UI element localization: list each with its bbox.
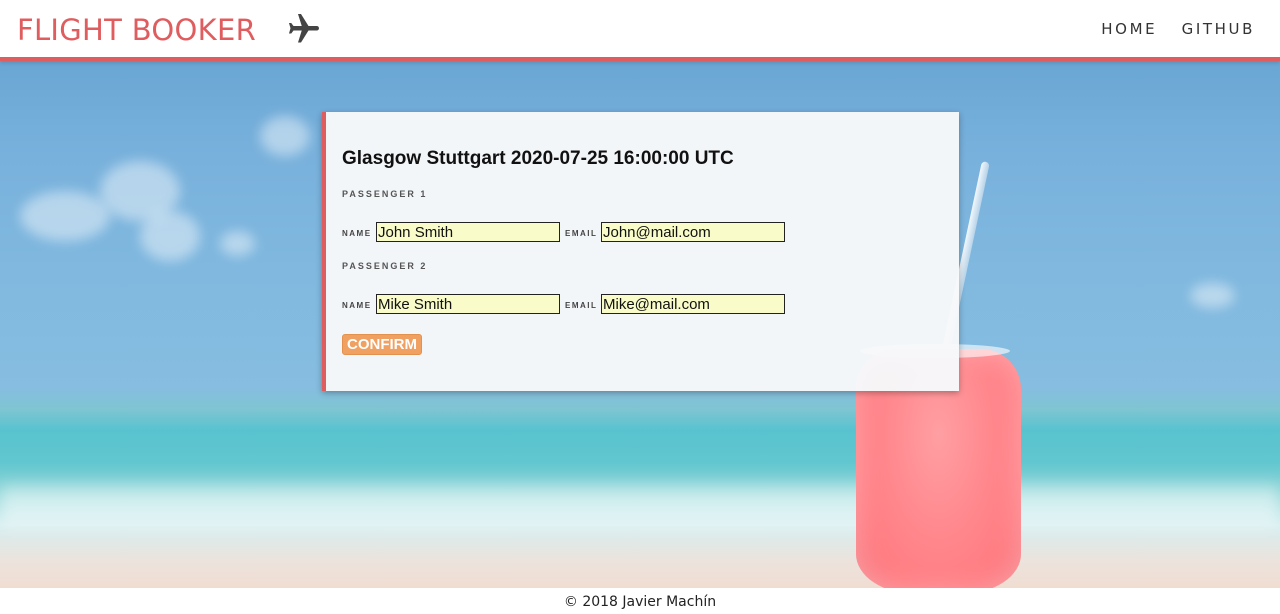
brand-logo-link[interactable]: FLIGHT BOOKER [17,12,256,48]
passenger-1-name-input[interactable] [376,222,560,242]
passenger-1-email-label: EMAIL [565,229,598,238]
page: FLIGHT BOOKER HOME GITHUB Glasgow Stuttg… [0,0,1280,614]
confirm-button[interactable]: CONFIRM [342,334,422,355]
passenger-1-name-label: NAME [342,229,372,238]
copyright-text: © 2018 Javier Machín [563,594,717,610]
main-nav: HOME GITHUB [1081,20,1255,39]
airplane-icon [289,14,319,43]
flight-title: Glasgow Stuttgart 2020-07-25 16:00:00 UT… [342,148,734,169]
nav-home-link[interactable]: HOME [1101,20,1157,38]
passenger-1-email-input[interactable] [601,222,785,242]
passenger-2-email-input[interactable] [601,294,785,314]
top-navbar: FLIGHT BOOKER HOME GITHUB [0,0,1280,61]
passenger-2-name-label: NAME [342,301,372,310]
passenger-2-email-label: EMAIL [565,301,598,310]
booking-card: Glasgow Stuttgart 2020-07-25 16:00:00 UT… [322,112,959,391]
passenger-2-heading: PASSENGER 2 [342,261,428,271]
footer: © 2018 Javier Machín [0,588,1280,614]
nav-github-link[interactable]: GITHUB [1182,20,1255,38]
passenger-1-heading: PASSENGER 1 [342,189,428,199]
passenger-2-name-input[interactable] [376,294,560,314]
